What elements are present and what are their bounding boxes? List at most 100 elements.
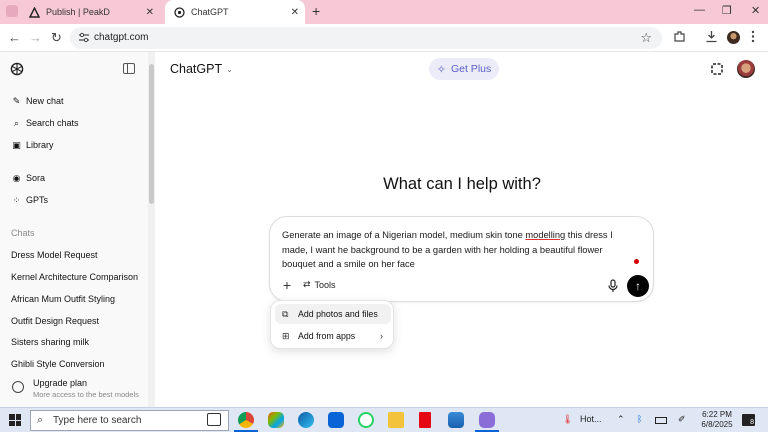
- clock-time: 6:22 PM: [702, 410, 732, 419]
- prompt-input[interactable]: Generate an image of a Nigerian model, m…: [282, 228, 637, 272]
- send-button[interactable]: ↑: [627, 275, 649, 297]
- bookmark-star-icon[interactable]: ☆: [640, 30, 652, 46]
- chrome-icon[interactable]: [238, 412, 254, 428]
- apps-icon: ⊞: [282, 330, 290, 341]
- chat-history-item[interactable]: Outfit Design Request: [11, 316, 99, 326]
- gpts-icon: ⁘: [12, 194, 21, 205]
- system-clock[interactable]: 6:22 PM 6/8/2025: [697, 410, 737, 430]
- new-tab-button[interactable]: +: [312, 3, 320, 19]
- tab-title: Publish | PeakD: [46, 7, 110, 17]
- microsoft-store-icon[interactable]: [448, 412, 464, 428]
- get-plus-label: Get Plus: [450, 63, 492, 75]
- chat-history-item[interactable]: African Mum Outfit Styling: [11, 294, 115, 304]
- minimize-button[interactable]: —: [694, 4, 705, 16]
- sidebar-item-gpts[interactable]: ⁘ GPTs: [11, 192, 48, 208]
- site-info-icon[interactable]: [78, 32, 90, 44]
- temporary-chat-icon[interactable]: [710, 62, 724, 76]
- chat-history-item[interactable]: Sisters sharing milk: [11, 337, 89, 347]
- close-tab-icon[interactable]: ✕: [291, 7, 299, 18]
- tab-chatgpt[interactable]: ChatGPT ✕: [165, 0, 305, 24]
- windows-start-icon[interactable]: [9, 414, 21, 426]
- forward-button[interactable]: →: [29, 30, 42, 45]
- sidebar-item-label: New chat: [26, 96, 64, 106]
- recording-indicator: [634, 259, 639, 264]
- model-name: ChatGPT: [170, 62, 223, 76]
- whatsapp-icon[interactable]: [358, 412, 374, 428]
- upgrade-icon: [12, 381, 24, 393]
- search-icon: ⌕: [13, 117, 20, 128]
- chatgpt-favicon-icon: [173, 6, 185, 18]
- browser-tab-bar: Publish | PeakD ✕ ChatGPT ✕ + — ❐ ✕: [0, 0, 768, 24]
- menu-item-add-photos[interactable]: ⧉ Add photos and files: [275, 304, 391, 324]
- taskbar-search-input[interactable]: ⌕ Type here to search: [30, 410, 229, 431]
- address-bar[interactable]: chatgpt.com ☆: [70, 27, 662, 49]
- pen-icon[interactable]: ✐: [678, 414, 686, 425]
- back-button[interactable]: ←: [8, 30, 21, 45]
- edit-icon: ✎: [12, 95, 21, 106]
- chevron-up-icon[interactable]: ⌃: [617, 414, 625, 425]
- search-placeholder: Type here to search: [53, 415, 142, 426]
- tab-title: ChatGPT: [191, 7, 229, 17]
- maximize-button[interactable]: ❐: [722, 4, 732, 17]
- browser-profile-avatar[interactable]: [727, 31, 740, 44]
- sidebar-item-library[interactable]: ▣ Library: [11, 137, 53, 153]
- clock-date: 6/8/2025: [701, 420, 733, 429]
- battery-icon[interactable]: [655, 417, 667, 424]
- upgrade-title: Upgrade plan: [33, 378, 88, 388]
- search-icon: ⌕: [37, 414, 44, 426]
- user-avatar[interactable]: [737, 60, 755, 78]
- app-icon[interactable]: [479, 412, 495, 428]
- sidebar-item-sora[interactable]: ◉ Sora: [11, 170, 45, 186]
- tools-label: Tools: [314, 279, 336, 290]
- tools-button[interactable]: ⇄ Tools: [303, 279, 336, 290]
- tab-search-icon[interactable]: [6, 5, 18, 17]
- get-plus-button[interactable]: ✧ Get Plus: [429, 58, 499, 80]
- menu-item-add-from-apps[interactable]: ⊞ Add from apps ›: [275, 326, 391, 346]
- sora-icon: ◉: [12, 172, 21, 183]
- sidebar-item-label: Sora: [26, 173, 46, 183]
- upgrade-subtitle: More access to the best models: [33, 390, 139, 399]
- peakd-favicon-icon: [28, 6, 40, 18]
- file-explorer-icon[interactable]: [388, 412, 404, 428]
- sidebar-scroll-thumb[interactable]: [149, 64, 154, 204]
- add-attachment-button[interactable]: +: [279, 278, 295, 294]
- notification-icon[interactable]: 8: [742, 414, 755, 426]
- extensions-icon[interactable]: [673, 30, 686, 46]
- sidebar-item-new-chat[interactable]: ✎ New chat: [11, 93, 64, 109]
- openai-logo-icon[interactable]: [10, 62, 24, 76]
- outlook-icon[interactable]: [328, 412, 344, 428]
- microphone-icon[interactable]: [607, 279, 619, 293]
- close-tab-icon[interactable]: ✕: [146, 7, 154, 18]
- model-selector[interactable]: ChatGPT ⌄: [170, 62, 233, 76]
- upgrade-plan-button[interactable]: Upgrade plan More access to the best mod…: [10, 377, 148, 403]
- tab-peakd[interactable]: Publish | PeakD ✕: [20, 0, 160, 24]
- chat-history-item[interactable]: Dress Model Request: [11, 250, 98, 260]
- task-view-icon[interactable]: [207, 413, 221, 426]
- url-text: chatgpt.com: [94, 32, 149, 43]
- weather-text[interactable]: Hot...: [580, 414, 602, 424]
- close-window-button[interactable]: ✕: [751, 4, 760, 17]
- sidebar-toggle-icon[interactable]: [123, 63, 135, 74]
- prompt-composer[interactable]: Generate an image of a Nigerian model, m…: [269, 216, 654, 302]
- sidebar-item-search-chats[interactable]: ⌕ Search chats: [11, 115, 79, 131]
- download-icon[interactable]: [705, 30, 718, 46]
- reload-button[interactable]: ↻: [51, 30, 62, 46]
- edge-icon[interactable]: [298, 412, 314, 428]
- sparkle-icon: ✧: [436, 63, 446, 76]
- chats-heading: Chats: [11, 228, 35, 238]
- tools-icon: ⇄: [303, 279, 311, 289]
- chat-history-item[interactable]: Ghibli Style Conversion: [11, 359, 105, 369]
- browser-menu-icon[interactable]: [751, 30, 755, 46]
- bluetooth-icon[interactable]: ᛒ: [637, 414, 642, 424]
- page-title: What can I help with?: [383, 175, 541, 193]
- prompt-text-misspelled: modelling: [525, 230, 566, 240]
- prompt-text: Generate an image of a Nigerian model, m…: [282, 230, 526, 240]
- menu-item-label: Add from apps: [298, 331, 356, 341]
- sidebar-item-label: Search chats: [26, 118, 79, 128]
- weather-icon: 🌡: [562, 414, 574, 424]
- netflix-icon[interactable]: [419, 412, 431, 428]
- copilot-icon[interactable]: [268, 412, 284, 428]
- menu-item-label: Add photos and files: [298, 309, 378, 319]
- windows-taskbar: ⌕ Type here to search 🌡 Hot... ⌃ ᛒ ✐ 6:2…: [0, 407, 768, 432]
- chat-history-item[interactable]: Kernel Architecture Comparison: [11, 272, 138, 282]
